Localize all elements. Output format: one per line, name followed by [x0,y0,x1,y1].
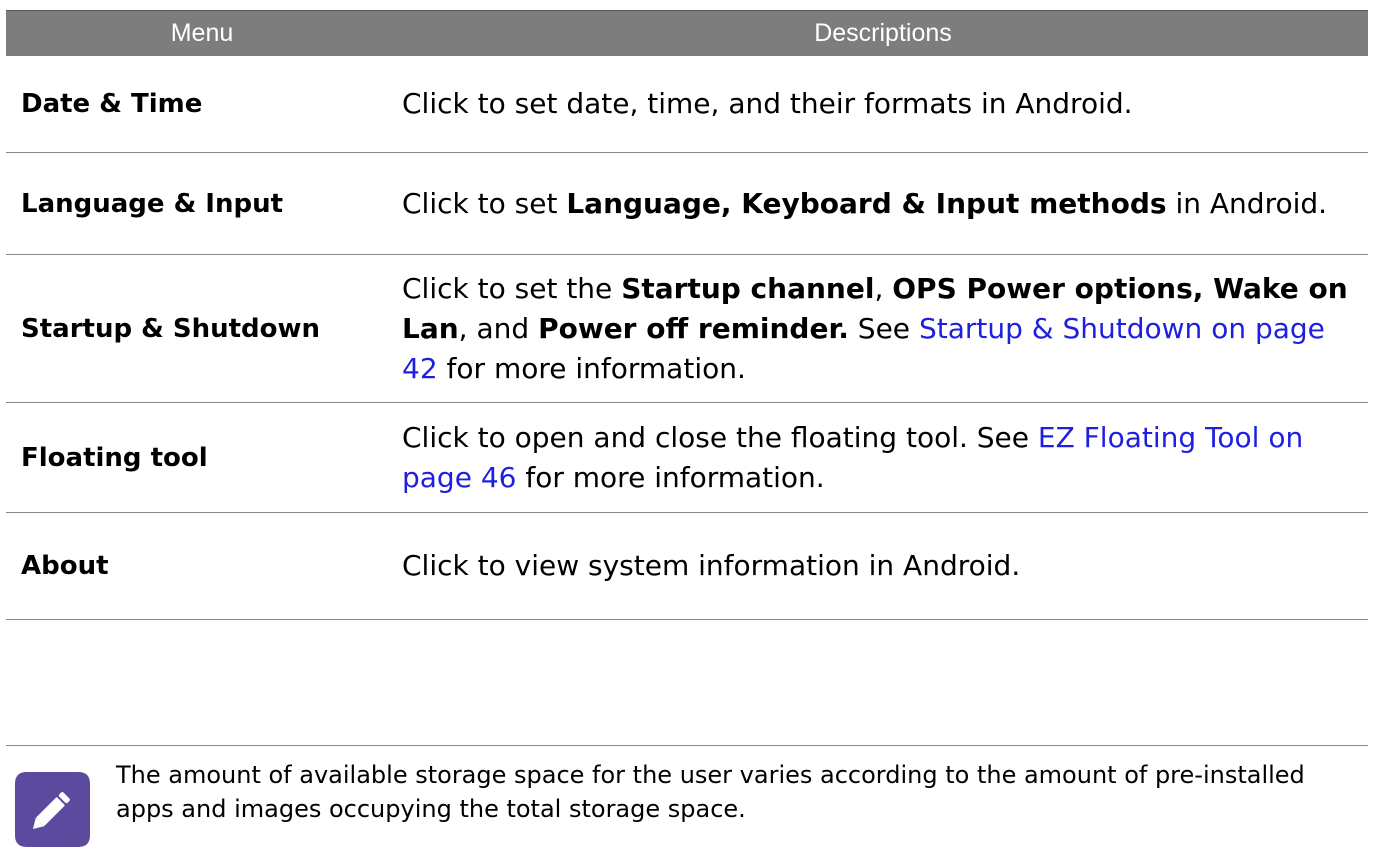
menu-language-input: Language & Input [21,188,284,219]
desc-text: Click to set [402,186,567,220]
desc-text: , [874,271,893,305]
desc-text: , and [458,311,539,345]
desc-bold: Startup channel [621,271,875,305]
table-row-language-input: Language & Input Click to set Language, … [6,153,1368,255]
desc-about: Click to view system information in Andr… [398,546,1368,586]
note-text: The amount of available storage space fo… [116,761,1305,823]
table-row-date-time: Date & Time Click to set date, time, and… [6,56,1368,153]
desc-bold: Power off reminder. [538,311,849,345]
desc-floating-tool: Click to open and close the floating too… [398,418,1368,498]
menu-about: About [21,551,109,581]
desc-text: Click to set date, time, and their forma… [402,87,1133,120]
desc-startup-shutdown: Click to set the Startup channel, OPS Po… [398,269,1368,389]
desc-bold: Language, Keyboard & Input methods [566,186,1167,220]
menu-floating-tool: Floating tool [21,442,208,473]
desc-text: Click to open and close the floating too… [402,420,1038,454]
table-row-floating-tool: Floating tool Click to open and close th… [6,403,1368,513]
note-box: The amount of available storage space fo… [6,745,1368,848]
menu-startup-shutdown: Startup & Shutdown [21,313,321,344]
header-menu: Menu [170,19,234,47]
table-header: Menu Descriptions [6,10,1368,56]
desc-text: for more information. [437,351,746,385]
desc-text: for more information. [516,460,825,494]
table-row-startup-shutdown: Startup & Shutdown Click to set the Star… [6,255,1368,403]
settings-table: Menu Descriptions Date & Time Click to s… [6,10,1368,620]
desc-text: Click to set the [402,271,622,305]
pencil-note-icon [14,771,91,848]
desc-text: Click to view system information in Andr… [402,549,1021,582]
desc-text: in Android. [1166,186,1328,220]
menu-date-time: Date & Time [21,89,203,119]
desc-language-input: Click to set Language, Keyboard & Input … [398,184,1368,224]
desc-text: See [848,311,919,345]
header-descriptions: Descriptions [814,19,952,47]
desc-date-time: Click to set date, time, and their forma… [398,84,1368,124]
table-row-about: About Click to view system information i… [6,513,1368,620]
